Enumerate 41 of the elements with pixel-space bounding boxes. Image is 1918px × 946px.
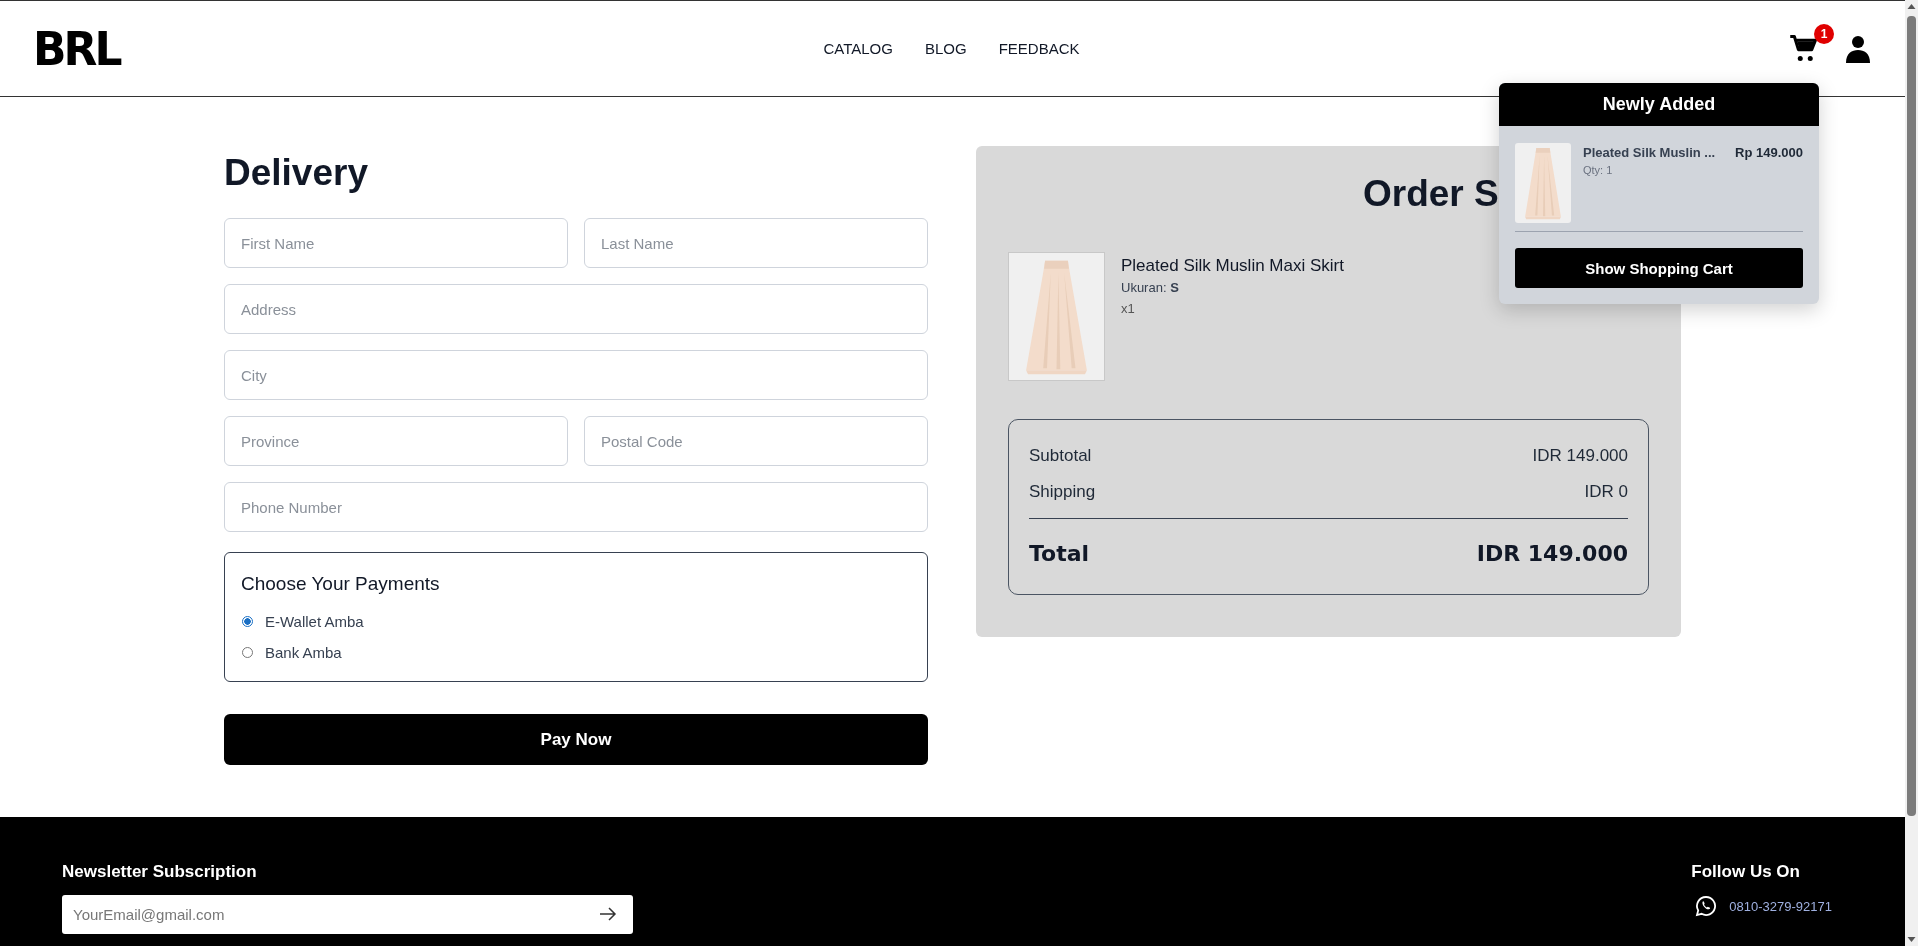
input-field[interactable]: Address <box>224 284 928 334</box>
nav-link[interactable]: FEEDBACK <box>998 40 1080 57</box>
summary-label: Subtotal <box>1029 446 1092 466</box>
summary-value: IDR 149.000 <box>1532 446 1628 466</box>
input-field[interactable]: City <box>224 350 928 400</box>
product-quantity: x1 <box>1121 301 1136 316</box>
radio-label: E-Wallet Amba <box>265 613 364 630</box>
product-size: Ukuran: S <box>1121 280 1180 295</box>
product-price: Rp 149.000 <box>1735 145 1803 160</box>
summary-value: IDR 0 <box>1584 482 1628 502</box>
input-field[interactable]: Phone Number <box>224 482 928 532</box>
summary-title: Order S <box>1362 174 1500 214</box>
whatsapp-icon[interactable] <box>1695 895 1718 917</box>
radio-label: Bank Amba <box>265 644 342 661</box>
total-value: IDR 149.000 <box>1476 541 1628 566</box>
input-field[interactable]: Last Name <box>584 218 928 268</box>
show-cart-button[interactable]: Show Shopping Cart <box>1515 248 1803 288</box>
pay-now-button[interactable]: Pay Now <box>224 714 928 765</box>
cart-icon[interactable] <box>1788 33 1820 64</box>
phone-number: 0810-3279-92171 <box>1729 898 1832 914</box>
newsletter-title: Newsletter Subscription <box>62 862 258 882</box>
cart-count-badge: 1 <box>1814 23 1834 44</box>
input-field[interactable]: Province <box>224 416 568 466</box>
product-name: Pleated Silk Muslin ... <box>1583 145 1716 160</box>
summary-label: Shipping <box>1029 482 1096 502</box>
radio-button[interactable] <box>242 616 253 627</box>
follow-title: Follow Us On <box>1691 862 1801 882</box>
product-name: Pleated Silk Muslin Maxi Skirt <box>1121 256 1344 276</box>
input-field[interactable]: First Name <box>224 218 568 268</box>
user-icon[interactable] <box>1846 34 1870 63</box>
section-title: Delivery <box>224 151 369 195</box>
logo[interactable]: BRL <box>33 25 824 72</box>
popup-title: Newly Added <box>1499 83 1819 126</box>
product-quantity: Qty: 1 <box>1583 164 1614 176</box>
arrow-right-icon[interactable] <box>599 907 617 921</box>
nav-link[interactable]: BLOG <box>924 40 967 57</box>
payment-title: Choose Your Payments <box>241 573 441 595</box>
total-label: Total <box>1029 541 1090 566</box>
input-field[interactable]: Postal Code <box>584 416 928 466</box>
email-field[interactable]: YourEmail@gmail.com <box>62 895 633 934</box>
nav-link[interactable]: CATALOG <box>823 40 893 57</box>
